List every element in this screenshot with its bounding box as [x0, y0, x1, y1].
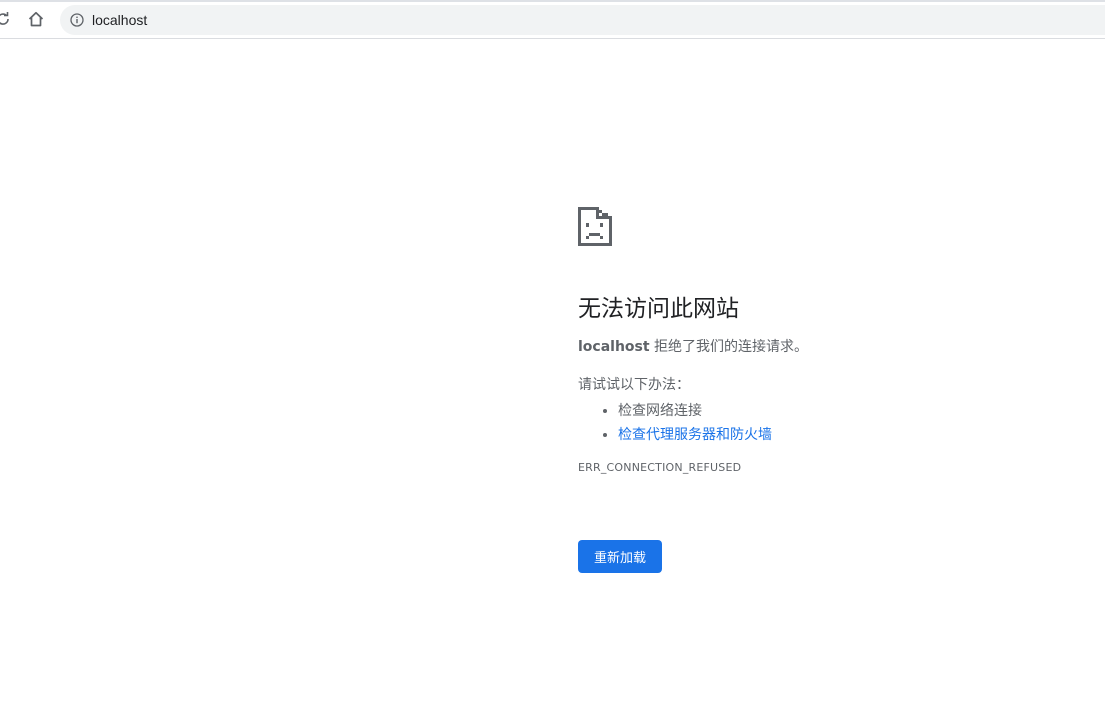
error-code: ERR_CONNECTION_REFUSED [578, 461, 742, 474]
info-icon[interactable] [69, 12, 85, 28]
error-host: localhost [578, 339, 650, 355]
browser-toolbar: localhost [0, 0, 1105, 39]
address-bar[interactable]: localhost [60, 5, 1105, 35]
page-title: 无法访问此网站 [578, 296, 739, 322]
suggestion-item: 检查网络连接 [618, 399, 1078, 423]
suggestions-heading: 请试试以下办法： [578, 377, 690, 393]
reload-icon[interactable] [0, 6, 16, 32]
suggestion-check-proxy-link[interactable]: 检查代理服务器和防火墙 [618, 427, 772, 443]
error-description: localhost 拒绝了我们的连接请求。 [578, 337, 1078, 357]
home-icon[interactable] [23, 6, 49, 32]
suggestions-list: 检查网络连接 检查代理服务器和防火墙 [578, 399, 1078, 447]
tab-strip-edge [0, 0, 1105, 2]
sad-document-icon [578, 207, 612, 246]
suggestion-item[interactable]: 检查代理服务器和防火墙 [618, 423, 1078, 447]
error-description-text: 拒绝了我们的连接请求。 [649, 339, 809, 355]
reload-button[interactable]: 重新加载 [578, 540, 662, 573]
suggestion-check-network: 检查网络连接 [618, 403, 702, 419]
url-text[interactable]: localhost [92, 12, 147, 28]
error-content: 无法访问此网站 localhost 拒绝了我们的连接请求。 请试试以下办法： 检… [578, 205, 1078, 474]
